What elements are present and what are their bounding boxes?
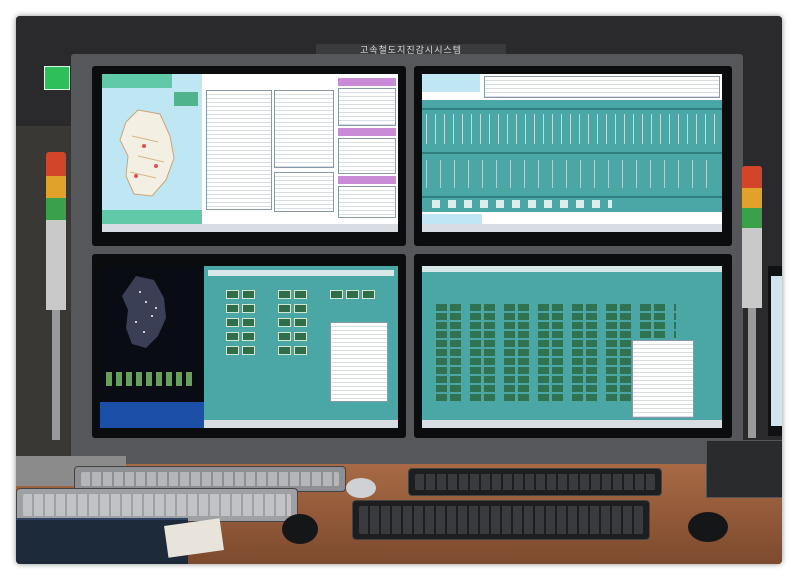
station-labels xyxy=(432,200,612,208)
event-table-2 xyxy=(274,90,334,168)
status-tower-icon xyxy=(42,152,70,440)
korea-map-icon xyxy=(119,109,175,197)
exit-sign-icon xyxy=(44,66,70,90)
side-monitor xyxy=(768,266,782,436)
korea-map-icon xyxy=(122,276,166,348)
side-device xyxy=(706,440,782,498)
toolbar xyxy=(208,270,394,276)
status-button xyxy=(174,92,198,106)
logo-area xyxy=(422,74,480,92)
screen-bottom-left xyxy=(100,266,398,428)
keyboard-icon xyxy=(352,500,650,540)
alert-header-2 xyxy=(338,128,396,136)
keyboard-icon xyxy=(16,488,298,522)
photo-frame: 고속철도지진감시시스템 xyxy=(16,16,782,564)
status-tower-icon xyxy=(738,166,766,438)
alert-table-3 xyxy=(338,186,396,218)
screen-top-left xyxy=(102,74,398,232)
mouse-icon xyxy=(688,512,728,542)
alert-header-3 xyxy=(338,176,396,184)
sensor-list-table xyxy=(330,322,388,402)
sensor-dashboard xyxy=(422,100,722,212)
taskbar-bottom-left xyxy=(204,420,398,428)
mouse-icon xyxy=(282,514,318,544)
keyboard-icon xyxy=(408,468,662,496)
screen-top-right xyxy=(422,74,722,232)
monitor-bottom-left xyxy=(92,254,406,438)
sensor-list-table xyxy=(632,340,694,418)
monitor-top-right xyxy=(414,66,732,246)
map-panel xyxy=(102,74,202,232)
blue-status-bar xyxy=(100,402,204,428)
event-table-1 xyxy=(206,90,272,210)
taskbar-top-right xyxy=(422,224,722,232)
map-header xyxy=(102,74,172,88)
alert-table-1 xyxy=(338,88,396,126)
monitor-top-left xyxy=(92,66,406,246)
binder xyxy=(16,518,188,564)
monitor-bottom-right xyxy=(414,254,732,438)
clock-readout xyxy=(106,372,196,386)
alert-table-2 xyxy=(338,138,396,174)
event-table-3 xyxy=(274,172,334,212)
sensor-bars-row-2 xyxy=(426,160,718,188)
mouse-icon xyxy=(346,478,376,498)
sensor-bars-row-1 xyxy=(426,114,718,144)
alert-header-1 xyxy=(338,78,396,86)
night-map-panel xyxy=(100,266,204,428)
taskbar-top-left xyxy=(102,224,398,232)
taskbar-bottom-right xyxy=(422,420,722,428)
screen-bottom-right xyxy=(422,266,722,428)
footer-status xyxy=(422,214,482,224)
header-tables xyxy=(484,76,720,98)
toolbar xyxy=(422,266,722,272)
